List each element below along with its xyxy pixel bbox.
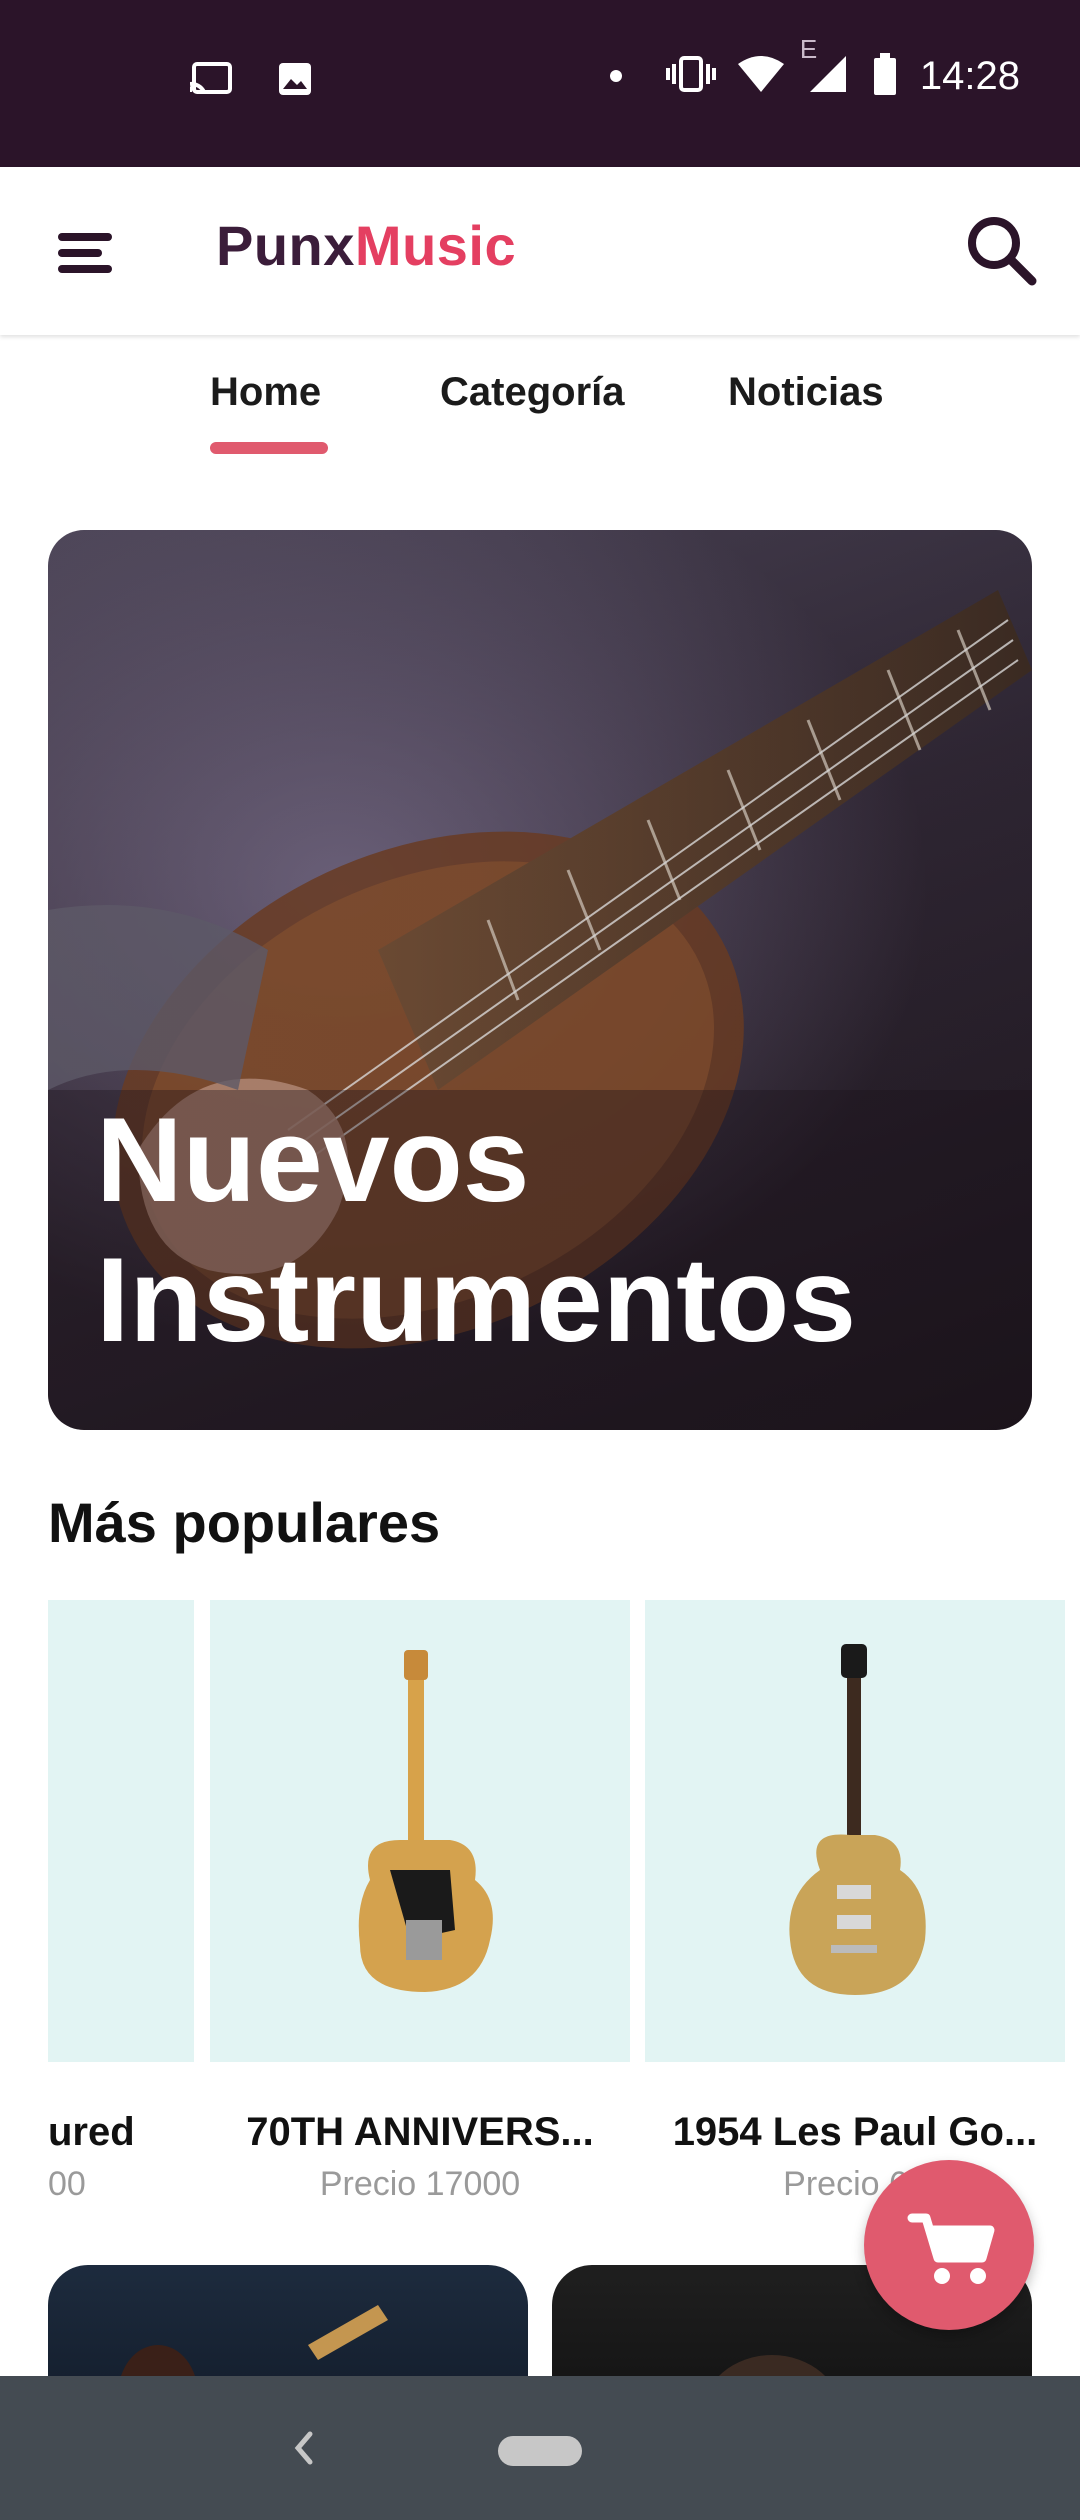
product-name[interactable]: 1954 Les Paul Go... xyxy=(645,2110,1065,2155)
section-title: Más populares xyxy=(48,1491,441,1554)
hero-title: Nuevos Instrumentos xyxy=(96,1090,856,1370)
signal-icon: E xyxy=(800,34,850,100)
menu-icon-line xyxy=(58,265,112,273)
vibrate-icon xyxy=(665,56,716,96)
system-nav-bar xyxy=(0,2376,1080,2520)
network-type-label: E xyxy=(799,34,818,64)
cart-button[interactable] xyxy=(864,2160,1034,2330)
wifi-icon xyxy=(737,56,784,96)
telecaster-guitar-image xyxy=(358,1650,493,1992)
cart-icon xyxy=(907,2213,995,2284)
tab-indicator xyxy=(210,442,328,454)
product-name[interactable]: 70TH ANNIVERS... xyxy=(210,2110,630,2155)
clock: 14:28 xyxy=(919,53,1020,98)
product-price: Precio 17000 xyxy=(319,2165,521,2203)
les-paul-guitar-image xyxy=(789,1644,926,1995)
product-price: 00 xyxy=(48,2165,86,2203)
tab-home[interactable]: Home xyxy=(210,370,321,415)
battery-icon xyxy=(872,53,898,99)
tab-categoria[interactable]: Categoría xyxy=(440,370,625,415)
cast-icon xyxy=(188,62,234,100)
product-card-image[interactable] xyxy=(645,1600,1065,2062)
tab-bar: Home Categoría Noticias xyxy=(0,336,1080,466)
hero-title-line2: Instrumentos xyxy=(96,1233,857,1367)
brand-part2: Music xyxy=(354,214,517,277)
brand-part1: Punx xyxy=(216,214,355,277)
image-icon xyxy=(278,62,312,100)
hero-banner[interactable]: Nuevos Instrumentos xyxy=(48,530,1032,1430)
product-name[interactable]: ured xyxy=(48,2110,194,2155)
product-card-image[interactable] xyxy=(210,1600,630,2062)
menu-icon xyxy=(58,233,112,241)
app-bar: PunxMusic xyxy=(0,167,1080,335)
back-icon[interactable] xyxy=(284,2418,324,2478)
tab-noticias[interactable]: Noticias xyxy=(728,370,884,415)
app-logo: PunxMusic xyxy=(216,213,516,278)
status-bar: E 14:28 xyxy=(0,0,1080,167)
hero-title-line1: Nuevos xyxy=(96,1093,530,1227)
status-left-icons xyxy=(188,62,312,100)
status-right: E 14:28 xyxy=(609,34,1020,100)
product-card-image[interactable] xyxy=(48,1600,194,2062)
notification-dot xyxy=(609,70,622,82)
search-icon xyxy=(968,217,1037,286)
menu-icon-line xyxy=(58,249,102,257)
home-pill-icon[interactable] xyxy=(498,2436,582,2466)
search-button[interactable] xyxy=(964,213,1040,289)
menu-button[interactable] xyxy=(50,217,120,287)
